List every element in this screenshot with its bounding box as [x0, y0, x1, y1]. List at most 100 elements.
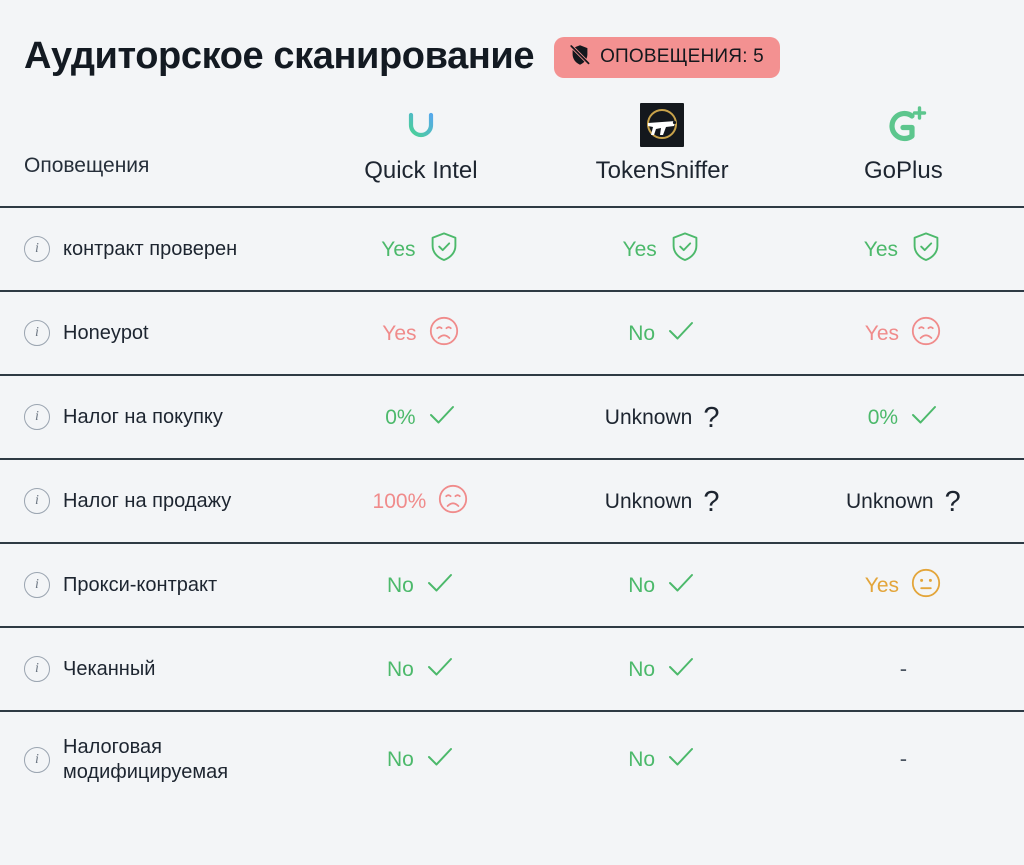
info-icon[interactable]: i	[24, 488, 50, 515]
page-title: Аудиторское сканирование	[24, 35, 535, 78]
check-icon	[425, 570, 455, 601]
row-label: Прокси-контракт	[63, 573, 218, 596]
check-icon	[666, 570, 696, 601]
question-mark-icon: ?	[703, 401, 720, 434]
row-label-cell: i Налог на продажу	[0, 459, 300, 543]
row-label-cell: i Прокси-контракт	[0, 543, 300, 627]
goplus-logo	[783, 100, 1024, 152]
result-cell: Yes	[300, 207, 541, 291]
result-value: Unknown	[846, 489, 934, 513]
audit-scan-page: Аудиторское сканирование ОПОВЕЩЕНИЯ: 5 О…	[0, 0, 1024, 865]
result-cell: Yes	[542, 207, 783, 291]
table-row: i контракт проверен Yes Yes Yes	[0, 207, 1024, 291]
table-body: i контракт проверен Yes Yes Yes i Honeypot Yes N…	[0, 207, 1024, 807]
result-value: No	[386, 657, 414, 681]
shield-check-icon	[668, 230, 702, 269]
result-cell: Unknown?	[542, 375, 783, 459]
shield-off-icon	[568, 43, 592, 72]
info-icon[interactable]: i	[24, 404, 50, 431]
row-label: Налог на продажу	[63, 489, 232, 512]
tokensniffer-logo	[542, 100, 783, 152]
neutral-face-icon	[910, 567, 942, 604]
info-icon[interactable]: i	[24, 656, 50, 683]
result-value: 100%	[372, 489, 427, 513]
info-icon[interactable]: i	[24, 746, 50, 773]
result-value: Yes	[863, 237, 898, 261]
result-value: No	[386, 748, 414, 772]
sad-face-icon	[437, 483, 469, 520]
result-value: No	[628, 321, 656, 345]
check-icon	[909, 402, 939, 433]
result-value: Yes	[381, 237, 416, 261]
sad-face-icon	[910, 315, 942, 352]
sad-face-icon	[428, 315, 460, 352]
result-cell: Unknown?	[783, 459, 1024, 543]
row-label: Налог на покупку	[63, 405, 223, 428]
result-value: 0%	[385, 405, 416, 429]
row-label-cell: i Налоговая модифицируемая	[0, 711, 300, 807]
result-value: No	[628, 657, 656, 681]
provider-name: Quick Intel	[364, 157, 478, 184]
page-header: Аудиторское сканирование ОПОВЕЩЕНИЯ: 5	[0, 0, 1024, 100]
info-icon[interactable]: i	[24, 572, 50, 599]
provider-name: GoPlus	[864, 157, 943, 184]
table-row: i Прокси-контракт No No Yes	[0, 543, 1024, 627]
table-row: i Налог на продажу 100% Unknown? Unknown?	[0, 459, 1024, 543]
shield-check-icon	[427, 230, 461, 269]
check-icon	[666, 318, 696, 349]
result-value: Unknown	[604, 405, 693, 429]
result-cell: Yes	[300, 291, 541, 375]
result-cell: -	[783, 627, 1024, 711]
quick-intel-logo	[300, 100, 541, 152]
question-mark-icon: ?	[944, 485, 961, 518]
result-cell: 0%	[783, 375, 1024, 459]
audit-scan-table: Оповещения Quick Intel TokenSniffer GoPl…	[0, 100, 1024, 807]
result-value: 0%	[867, 405, 899, 429]
table-row: i Налоговая модифицируемая No No -	[0, 711, 1024, 807]
shield-check-icon	[909, 230, 943, 269]
status-badge[interactable]: ОПОВЕЩЕНИЯ: 5	[554, 36, 780, 78]
result-cell: No	[300, 543, 541, 627]
result-value: Yes	[864, 321, 899, 345]
result-value: No	[628, 748, 656, 772]
result-cell: Yes	[783, 207, 1024, 291]
row-label: контракт проверен	[63, 237, 238, 260]
result-value: Yes	[382, 321, 417, 345]
provider-name: TokenSniffer	[595, 157, 729, 184]
check-icon	[427, 402, 457, 433]
result-cell: 100%	[300, 459, 541, 543]
result-cell: -	[783, 711, 1024, 807]
result-cell: No	[300, 711, 541, 807]
table-row: i Honeypot Yes No Yes	[0, 291, 1024, 375]
row-label: Honeypot	[63, 321, 149, 344]
provider-header-tokensniffer[interactable]: TokenSniffer	[542, 100, 783, 207]
check-icon	[425, 654, 455, 685]
row-label-cell: i Чеканный	[0, 627, 300, 711]
result-cell: No	[542, 543, 783, 627]
result-value: No	[386, 573, 414, 597]
provider-header-goplus[interactable]: GoPlus	[783, 100, 1024, 207]
table-row: i Чеканный No No -	[0, 627, 1024, 711]
result-cell: No	[542, 711, 783, 807]
result-cell: Unknown?	[542, 459, 783, 543]
info-icon[interactable]: i	[24, 236, 50, 263]
label-column-header: Оповещения	[24, 154, 150, 178]
result-cell: Yes	[783, 543, 1024, 627]
result-cell: 0%	[300, 375, 541, 459]
table-row: i Налог на покупку 0% Unknown? 0%	[0, 375, 1024, 459]
provider-header-quick-intel[interactable]: Quick Intel	[300, 100, 541, 207]
row-label-cell: i Honeypot	[0, 291, 300, 375]
result-cell: No	[300, 627, 541, 711]
question-mark-icon: ?	[703, 485, 720, 518]
result-value: Unknown	[604, 489, 693, 513]
row-label: Чеканный	[63, 657, 156, 680]
row-label-cell: i контракт проверен	[0, 207, 300, 291]
result-value: -	[899, 655, 908, 681]
result-value: -	[899, 746, 908, 772]
result-cell: No	[542, 291, 783, 375]
info-icon[interactable]: i	[24, 320, 50, 347]
result-cell: Yes	[783, 291, 1024, 375]
result-cell: No	[542, 627, 783, 711]
check-icon	[666, 654, 696, 685]
table-header: Оповещения Quick Intel TokenSniffer GoPl…	[0, 100, 1024, 207]
